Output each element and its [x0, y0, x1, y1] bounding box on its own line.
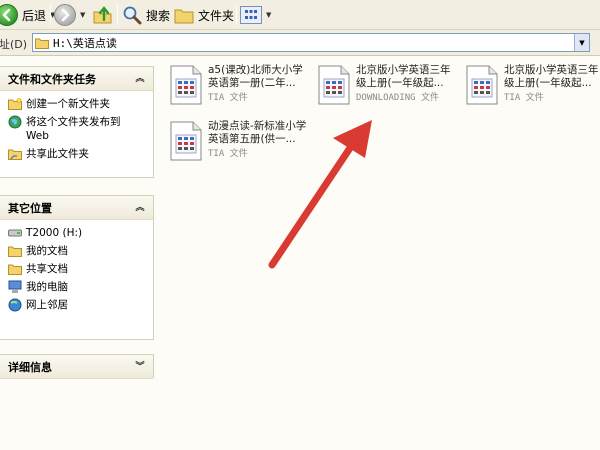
- address-path: H:\英语点读: [53, 36, 117, 50]
- file-type: TIA 文件: [504, 93, 544, 103]
- address-input[interactable]: H:\英语点读 ▼: [32, 33, 590, 52]
- forward-arrow-icon: [54, 4, 76, 26]
- toolbar-divider: [236, 5, 237, 25]
- place-network[interactable]: 网上邻居: [8, 298, 153, 312]
- forward-dropdown-icon[interactable]: ▼: [80, 11, 85, 19]
- back-arrow-icon: [0, 4, 18, 26]
- details-pane: 详细信息 ︾: [0, 354, 154, 379]
- expand-chevron-icon[interactable]: ︾: [133, 360, 147, 374]
- place-label: 共享文档: [26, 263, 68, 275]
- arrow-head-icon: [333, 120, 372, 158]
- share-folder-icon: [8, 147, 22, 161]
- address-bar: 地址(D) H:\英语点读 ▼: [0, 30, 600, 56]
- file-type: TIA 文件: [208, 149, 248, 159]
- my-computer-icon: [8, 280, 22, 294]
- tasks-pane-header[interactable]: 文件和文件夹任务 ︽: [0, 67, 153, 91]
- place-shared-documents[interactable]: 共享文档: [8, 262, 153, 276]
- folder-icon: [35, 38, 49, 49]
- file-type: TIA 文件: [208, 93, 248, 103]
- file-name-line: 北京版小学英语三年: [504, 64, 599, 76]
- up-folder-icon: [93, 6, 112, 24]
- file-item[interactable]: 动漫点读-新标准小学 英语第五册(供一... TIA 文件: [170, 118, 318, 174]
- file-name-line: 动漫点读-新标准小学: [208, 120, 307, 132]
- file-name-line: 英语第五册(供一...: [208, 133, 296, 145]
- task-new-folder[interactable]: 创建一个新文件夹: [8, 97, 153, 111]
- other-places-pane: 其它位置 ︽ T2000 (H:) 我的文档 共享文档 我的电脑 网上邻居: [0, 195, 154, 340]
- my-documents-icon: [8, 244, 22, 258]
- file-folder-tasks-pane: 文件和文件夹任务 ︽ 创建一个新文件夹 将这个文件夹发布到 Web 共享此文件夹: [0, 66, 154, 178]
- place-my-computer[interactable]: 我的电脑: [8, 280, 153, 294]
- network-places-icon: [8, 298, 22, 312]
- web-publish-icon: [8, 115, 22, 129]
- file-type: DOWNLOADING 文件: [356, 93, 440, 103]
- drive-icon: [8, 226, 22, 240]
- file-name-line: 级上册(一年级起...: [504, 77, 592, 89]
- new-folder-icon: [8, 97, 22, 111]
- tia-file-icon: [170, 65, 202, 105]
- place-my-documents[interactable]: 我的文档: [8, 244, 153, 258]
- task-publish-web[interactable]: 将这个文件夹发布到 Web: [8, 115, 153, 143]
- task-label: 创建一个新文件夹: [26, 98, 110, 110]
- place-label: 我的文档: [26, 245, 68, 257]
- file-item[interactable]: a5(课改)北师大小学 英语第一册(二年... TIA 文件: [170, 62, 318, 118]
- tasks-pane-title: 文件和文件夹任务: [8, 72, 96, 86]
- file-item[interactable]: 北京版小学英语三年 级上册(一年级起... DOWNLOADING 文件: [318, 62, 466, 118]
- places-pane-header[interactable]: 其它位置 ︽: [0, 196, 153, 220]
- toolbar-divider: [117, 5, 118, 25]
- file-item[interactable]: 北京版小学英语三年 级上册(一年级起... TIA 文件: [466, 62, 600, 118]
- address-dropdown-button[interactable]: ▼: [574, 34, 589, 51]
- file-name-line: a5(课改)北师大小学: [208, 64, 303, 76]
- details-pane-title: 详细信息: [8, 360, 52, 374]
- address-label: 地址(D): [0, 38, 28, 51]
- shared-documents-icon: [8, 262, 22, 276]
- place-drive[interactable]: T2000 (H:): [8, 226, 153, 240]
- views-button[interactable]: ▼: [240, 3, 271, 27]
- file-name-line: 北京版小学英语三年: [356, 64, 451, 76]
- file-name-line: 英语第一册(二年...: [208, 77, 296, 89]
- tia-file-icon: [466, 65, 498, 105]
- up-folder-button[interactable]: [92, 3, 114, 27]
- back-button[interactable]: 后退 ▼: [0, 3, 55, 27]
- downloading-file-icon: [318, 65, 350, 105]
- tia-file-icon: [170, 121, 202, 161]
- task-label: 共享此文件夹: [26, 148, 89, 160]
- collapse-chevron-icon[interactable]: ︽: [133, 72, 147, 86]
- details-pane-header[interactable]: 详细信息 ︾: [0, 355, 153, 379]
- task-share-folder[interactable]: 共享此文件夹: [8, 147, 153, 161]
- toolbar-divider: [50, 5, 51, 25]
- views-icon: [240, 6, 262, 24]
- task-label: 将这个文件夹发布到 Web: [26, 116, 121, 142]
- folders-label: 文件夹: [198, 8, 235, 23]
- search-icon: [123, 6, 142, 25]
- place-label: T2000 (H:): [26, 227, 83, 239]
- search-button[interactable]: 搜索: [122, 3, 170, 27]
- back-label: 后退: [22, 8, 47, 23]
- views-dropdown-icon[interactable]: ▼: [266, 11, 271, 19]
- place-label: 网上邻居: [26, 299, 68, 311]
- folders-button[interactable]: 文件夹: [174, 3, 234, 27]
- collapse-chevron-icon[interactable]: ︽: [133, 201, 147, 215]
- place-label: 我的电脑: [26, 281, 68, 293]
- forward-button[interactable]: ▼: [54, 3, 85, 27]
- folder-icon: [174, 9, 194, 24]
- toolbar: 后退 ▼ ▼ 搜索 文件夹 ▼: [0, 0, 600, 30]
- places-pane-title: 其它位置: [8, 201, 52, 215]
- search-label: 搜索: [146, 8, 171, 23]
- file-name-line: 级上册(一年级起...: [356, 77, 444, 89]
